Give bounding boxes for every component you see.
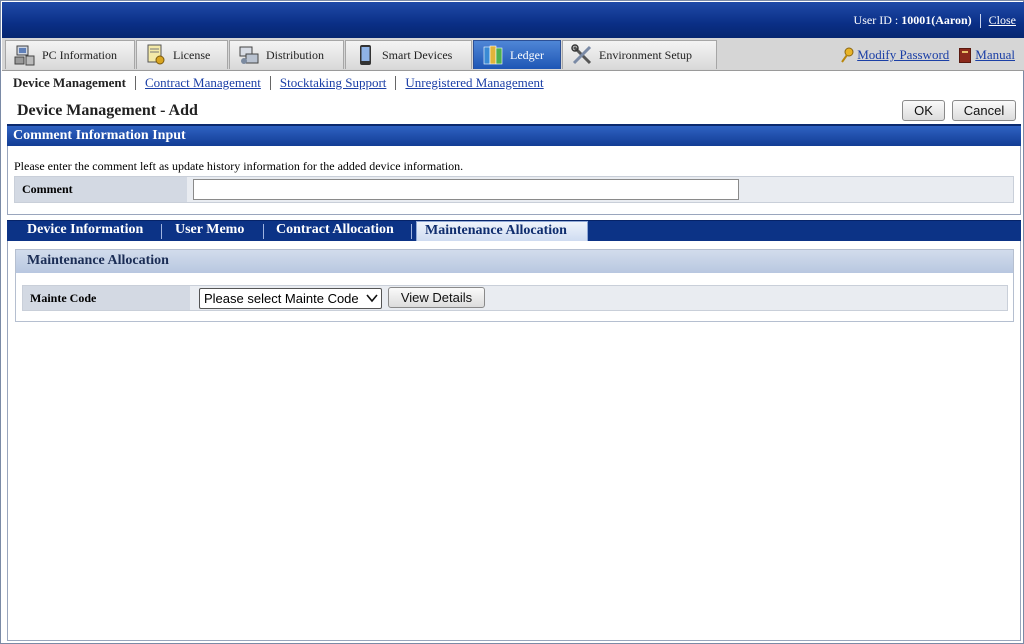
comment-section: Please enter the comment left as update …: [7, 146, 1021, 215]
pc-icon: [14, 44, 36, 66]
subnav-separator: [135, 76, 136, 90]
page-title: Device Management - Add: [17, 102, 198, 119]
tab-device-information[interactable]: Device Information: [27, 221, 143, 241]
manual-link[interactable]: Manual: [975, 47, 1015, 63]
tab-label: Ledger: [510, 47, 544, 62]
comment-row: Comment: [14, 176, 1014, 203]
mainte-code-select[interactable]: Please select Mainte Code: [199, 288, 382, 309]
chevron-down-icon: [366, 289, 378, 310]
subnav-stocktaking-support[interactable]: Stocktaking Support: [280, 75, 387, 91]
comment-label: Comment: [15, 177, 187, 202]
tab-distribution[interactable]: Distribution: [229, 40, 344, 69]
modify-password-link[interactable]: Modify Password: [857, 47, 949, 63]
tab-license[interactable]: License: [136, 40, 228, 69]
tab-label: Smart Devices: [382, 47, 453, 62]
comment-input[interactable]: [193, 179, 739, 200]
manual-book-icon: [959, 47, 972, 63]
subnav-separator: [269, 76, 271, 90]
sub-navigation: Device Management Contract Management St…: [13, 75, 544, 91]
tab-separator: [411, 224, 412, 239]
license-icon: [145, 44, 167, 66]
tab-user-memo[interactable]: User Memo: [175, 221, 244, 241]
tab-maintenance-allocation[interactable]: Maintenance Allocation: [416, 221, 588, 241]
tab-label: Environment Setup: [599, 47, 692, 62]
smartphone-icon: [354, 44, 376, 66]
maintenance-allocation-panel: Maintenance Allocation Mainte Code Pleas…: [15, 249, 1014, 322]
subnav-unregistered-management[interactable]: Unregistered Management: [405, 75, 543, 91]
mainte-code-row: Mainte Code Please select Mainte Code Vi…: [22, 285, 1008, 311]
tab-pc-information[interactable]: PC Information: [5, 40, 135, 69]
key-icon: [840, 47, 854, 63]
subnav-current: Device Management: [13, 75, 126, 90]
user-info: User ID : 10001(Aaron) Close: [854, 13, 1016, 28]
maintenance-panel-title: Maintenance Allocation: [16, 250, 1013, 273]
top-header-bar: User ID : 10001(Aaron) Close: [2, 2, 1024, 38]
subnav-separator: [395, 76, 397, 90]
tools-icon: [571, 44, 593, 66]
tab-separator: [263, 224, 264, 239]
user-id-label: User ID :: [853, 13, 899, 27]
tab-contract-allocation[interactable]: Contract Allocation: [276, 221, 394, 241]
mainte-code-label: Mainte Code: [23, 286, 190, 310]
tab-separator: [161, 224, 162, 239]
header-separator: [979, 13, 981, 28]
user-id-value: 10001(Aaron): [901, 13, 972, 27]
ok-button[interactable]: OK: [902, 100, 945, 121]
tab-environment-setup[interactable]: Environment Setup: [562, 40, 717, 69]
comment-hint: Please enter the comment left as update …: [14, 159, 464, 173]
tab-label: Distribution: [266, 47, 325, 62]
detail-tab-bar: Device Information User Memo Contract Al…: [7, 220, 1021, 241]
tab-smart-devices[interactable]: Smart Devices: [345, 40, 472, 69]
top-links: Modify Password Manual: [840, 47, 1015, 63]
tab-ledger[interactable]: Ledger: [473, 40, 561, 69]
mainte-code-selected-value: Please select Mainte Code: [204, 291, 359, 306]
view-details-button[interactable]: View Details: [388, 287, 485, 308]
ledger-icon: [482, 44, 504, 66]
tab-label: PC Information: [42, 47, 117, 62]
distribution-icon: [238, 44, 260, 66]
app-window: User ID : 10001(Aaron) Close PC Informat…: [0, 0, 1024, 644]
subnav-contract-management[interactable]: Contract Management: [145, 75, 261, 91]
comment-section-header: Comment Information Input: [7, 124, 1021, 146]
cancel-button[interactable]: Cancel: [952, 100, 1016, 121]
tab-label: License: [173, 47, 211, 62]
tab-content-area: Maintenance Allocation Mainte Code Pleas…: [7, 241, 1021, 641]
close-link[interactable]: Close: [989, 13, 1016, 28]
